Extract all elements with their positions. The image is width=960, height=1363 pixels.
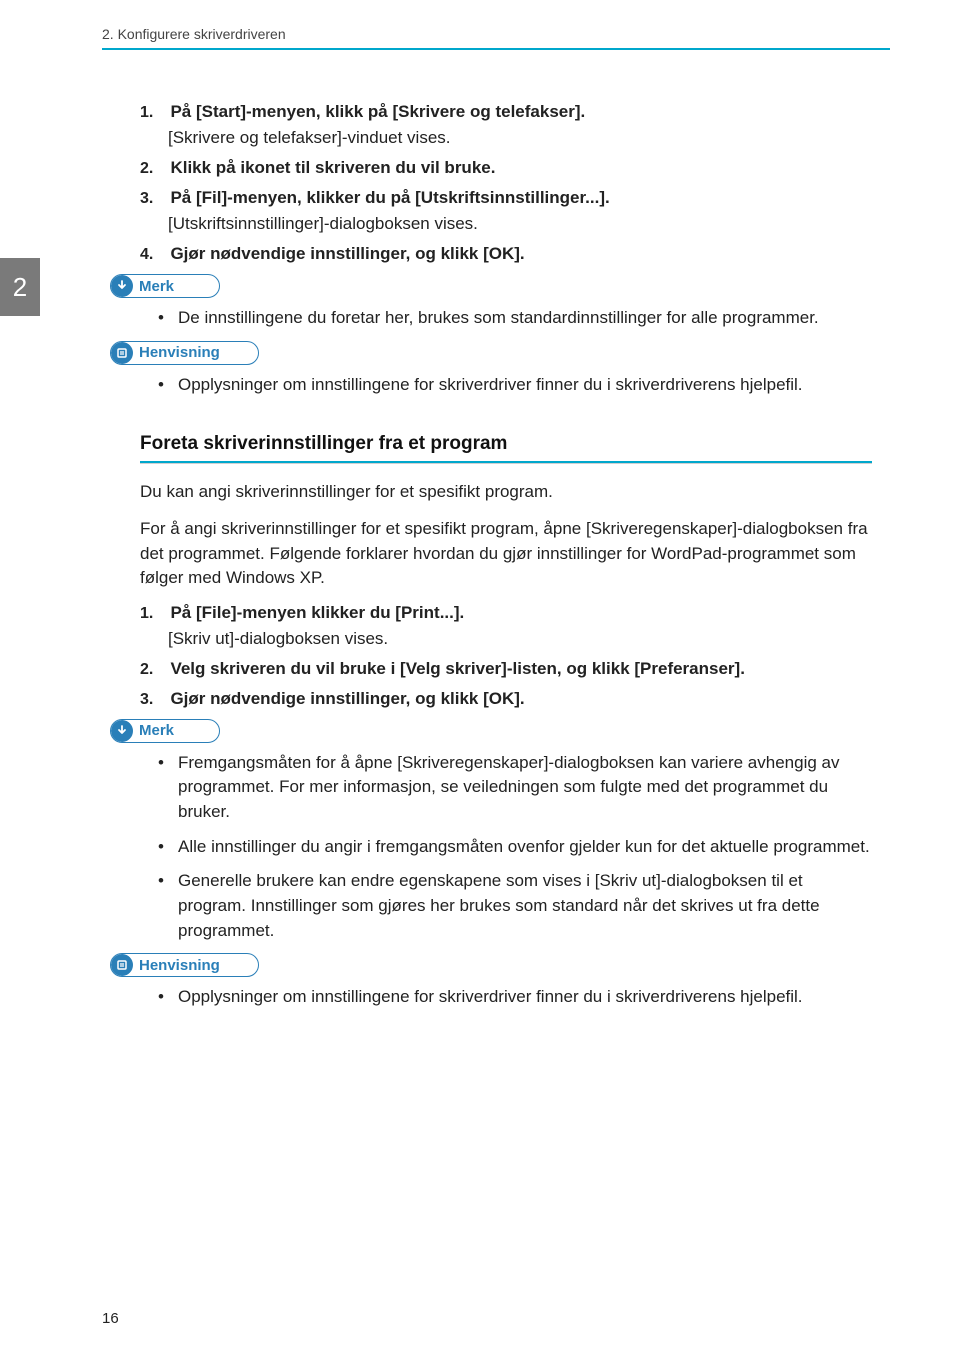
step-text: Gjør nødvendige innstillinger, og klikk … [170,244,524,263]
step-number: 2. [140,160,166,178]
header-rule [102,48,890,50]
merk-callout: Merk [110,719,220,743]
list-item: Opplysninger om innstillingene for skriv… [158,985,872,1010]
henvisning-list-1: Opplysninger om innstillingene for skriv… [158,373,872,398]
callout-label: Merk [139,278,174,295]
running-head: 2. Konfigurere skriverdriveren [102,26,286,42]
step-text: Gjør nødvendige innstillinger, og klikk … [170,689,524,708]
list-item: Generelle brukere kan endre egenskapene … [158,869,872,943]
step-sub: [Utskriftsinnstillinger]-dialogboksen vi… [168,214,872,234]
steps-list-2: 1. På [File]-menyen klikker du [Print...… [140,603,872,709]
list-item: Opplysninger om innstillingene for skriv… [158,373,872,398]
section-title: Foreta skriverinnstillinger fra et progr… [140,433,872,455]
henvisning-callout: Henvisning [110,341,259,365]
paragraph: For å angi skriverinnstillinger for et s… [140,517,872,591]
main-content: 1. På [Start]-menyen, klikk på [Skrivere… [140,102,872,1020]
step-number: 1. [140,104,166,122]
section-rule [140,461,872,464]
step-number: 4. [140,246,166,264]
step-number: 3. [140,691,166,709]
arrow-down-icon [111,275,133,297]
step-number: 3. [140,190,166,208]
chapter-tab: 2 [0,258,40,316]
list-item: Alle innstillinger du angir i fremgangsm… [158,835,872,860]
step-text: På [Fil]-menyen, klikker du på [Utskrift… [170,188,609,207]
callout-label: Merk [139,722,174,739]
step-text: Klikk på ikonet til skriveren du vil bru… [170,158,495,177]
reference-icon [111,954,133,976]
list-item: De innstillingene du foretar her, brukes… [158,306,872,331]
step-text: På [Start]-menyen, klikk på [Skrivere og… [170,102,585,121]
arrow-down-icon [111,720,133,742]
merk-callout: Merk [110,274,220,298]
step-text: På [File]-menyen klikker du [Print...]. [170,603,464,622]
callout-label: Henvisning [139,957,220,974]
step-number: 1. [140,605,166,623]
callout-label: Henvisning [139,344,220,361]
step-text: Velg skriveren du vil bruke i [Velg skri… [170,659,744,678]
merk-list-2: Fremgangsmåten for å åpne [Skriveregensk… [158,751,872,943]
steps-list-1: 1. På [Start]-menyen, klikk på [Skrivere… [140,102,872,264]
step-sub: [Skriv ut]-dialogboksen vises. [168,629,872,649]
page-number: 16 [102,1310,119,1327]
merk-list-1: De innstillingene du foretar her, brukes… [158,306,872,331]
reference-icon [111,342,133,364]
henvisning-callout: Henvisning [110,953,259,977]
henvisning-list-2: Opplysninger om innstillingene for skriv… [158,985,872,1010]
step-number: 2. [140,661,166,679]
paragraph: Du kan angi skriverinnstillinger for et … [140,480,872,505]
list-item: Fremgangsmåten for å åpne [Skriveregensk… [158,751,872,825]
step-sub: [Skrivere og telefakser]-vinduet vises. [168,128,872,148]
